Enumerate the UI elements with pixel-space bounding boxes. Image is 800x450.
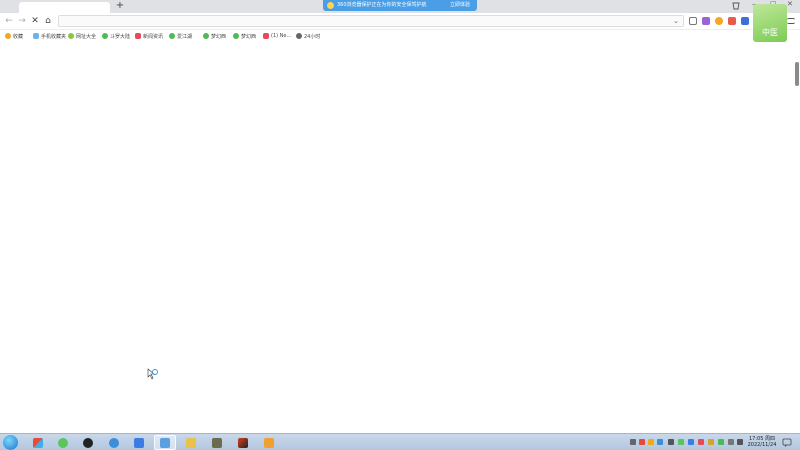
notification-action-button[interactable]: 立即体验 [450, 2, 470, 9]
bookmark-label: 梦幻西 [211, 33, 227, 40]
address-bar[interactable]: ⌄ [58, 15, 684, 27]
shield-icon[interactable] [731, 2, 741, 11]
tray-app-icon[interactable] [688, 439, 694, 445]
page-content[interactable] [0, 42, 800, 433]
notification-banner[interactable]: 360浏览器保护正在为你的安全保驾护航 立即体验 [323, 0, 477, 11]
tray-app-icon[interactable] [639, 439, 645, 445]
taskbar: 17:05 周四 2022/11/24 [0, 433, 800, 450]
taskbar-app-browser[interactable] [154, 435, 176, 450]
globe-icon [68, 33, 74, 39]
play-icon [102, 33, 108, 39]
bookmark-label: 网址大全 [76, 33, 97, 40]
volume-icon[interactable] [737, 439, 743, 445]
play-icon [233, 33, 239, 39]
mask-icon [186, 437, 196, 448]
bookmark-label: 手机收藏夹 [41, 33, 67, 40]
menu-icon[interactable] [787, 18, 795, 24]
home-button[interactable]: ⌂ [43, 16, 53, 26]
taskbar-app-360[interactable] [52, 435, 74, 450]
bookmark-item[interactable]: 手机收藏夹 [33, 32, 66, 40]
tool-icon [212, 437, 222, 448]
bookmark-label: 爱江湖 [177, 33, 193, 40]
scrollbar-thumb[interactable] [795, 62, 799, 86]
bookmark-item[interactable]: 斗罗大陆 [102, 32, 130, 40]
feishu-icon [134, 437, 144, 448]
bookmark-item[interactable]: 收藏 [5, 32, 23, 40]
bookmark-item[interactable]: 24小时 [296, 32, 320, 40]
news-icon [135, 33, 141, 39]
logo-text: 中医 [762, 28, 778, 37]
cursor-icon [147, 368, 158, 380]
notes-icon [264, 437, 274, 448]
taskbar-clock[interactable]: 17:05 周四 2022/11/24 [747, 436, 777, 448]
windows-flag-icon [33, 437, 43, 448]
start-button[interactable] [3, 435, 18, 450]
taskbar-app-edge[interactable] [103, 435, 125, 450]
scissors-icon[interactable] [689, 17, 697, 25]
bookmark-label: 收藏 [13, 33, 24, 40]
forward-button[interactable]: → [17, 16, 27, 26]
taskbar-app-obs[interactable] [77, 435, 99, 450]
edge-icon [109, 437, 119, 448]
shield-extension-icon[interactable] [715, 17, 723, 25]
bookmark-item[interactable]: 梦幻西 [203, 32, 226, 40]
notification-text: 360浏览器保护正在为你的安全保驾护航 [337, 2, 427, 8]
active-tab[interactable] [19, 2, 110, 13]
obs-icon [83, 437, 93, 448]
bell-icon [327, 2, 334, 9]
back-button[interactable]: ← [4, 16, 14, 26]
taskbar-app-feishu[interactable] [128, 435, 150, 450]
taskbar-app-tool[interactable] [206, 435, 228, 450]
close-window-button[interactable]: ✕ [787, 0, 793, 8]
clock-icon [296, 33, 302, 39]
network-icon[interactable] [728, 439, 734, 445]
tray-app-icon[interactable] [668, 439, 674, 445]
news-icon [263, 33, 269, 39]
phone-icon [33, 33, 39, 39]
taskbar-app-media[interactable] [232, 435, 254, 450]
bookmark-item[interactable]: 网址大全 [68, 32, 96, 40]
bookmarks-bar: 收藏 手机收藏夹 网址大全 斗罗大陆 新闻资讯 爱江湖 梦幻西 梦幻西 (1) … [0, 30, 800, 42]
tray-app-icon[interactable] [648, 439, 654, 445]
browser-toolbar: ← → ✕ ⌂ ⌄ [0, 13, 800, 30]
tray-app-icon[interactable] [708, 439, 714, 445]
chevron-down-icon[interactable]: ⌄ [673, 17, 679, 25]
media-icon [238, 437, 248, 448]
star-icon [5, 33, 11, 39]
bookmark-label: (1) Ne... [271, 33, 292, 39]
taskbar-app-notes[interactable] [258, 435, 280, 450]
bookmark-item[interactable]: 爱江湖 [169, 32, 192, 40]
tray-app-icon[interactable] [718, 439, 724, 445]
bookmark-item[interactable]: 梦幻西 [233, 32, 256, 40]
bookmark-label: 斗罗大陆 [110, 33, 131, 40]
new-tab-button[interactable]: + [115, 1, 125, 11]
browser-360-icon [58, 437, 68, 448]
extension-icon[interactable] [702, 17, 710, 25]
apps-grid-icon[interactable] [741, 17, 749, 25]
clock-date: 2022/11/24 [747, 442, 777, 448]
tray-app-icon[interactable] [657, 439, 663, 445]
brand-logo: 中医 [753, 4, 787, 42]
tray-arrow-icon[interactable] [630, 439, 636, 445]
browser-window-icon [160, 437, 170, 448]
bookmark-label: 新闻资讯 [143, 33, 164, 40]
play-icon [203, 33, 209, 39]
bookmark-label: 24小时 [304, 33, 321, 40]
tray-app-icon[interactable] [678, 439, 684, 445]
bookmark-item[interactable]: 新闻资讯 [135, 32, 163, 40]
taskbar-app-game[interactable] [180, 435, 202, 450]
play-icon [169, 33, 175, 39]
stop-button[interactable]: ✕ [30, 16, 40, 26]
notification-icon[interactable] [782, 438, 792, 447]
tray-app-icon[interactable] [698, 439, 704, 445]
bookmark-item[interactable]: (1) Ne... [263, 32, 291, 40]
game-icon[interactable] [728, 17, 736, 25]
bookmark-label: 梦幻西 [241, 33, 257, 40]
taskbar-app-windows[interactable] [27, 435, 49, 450]
